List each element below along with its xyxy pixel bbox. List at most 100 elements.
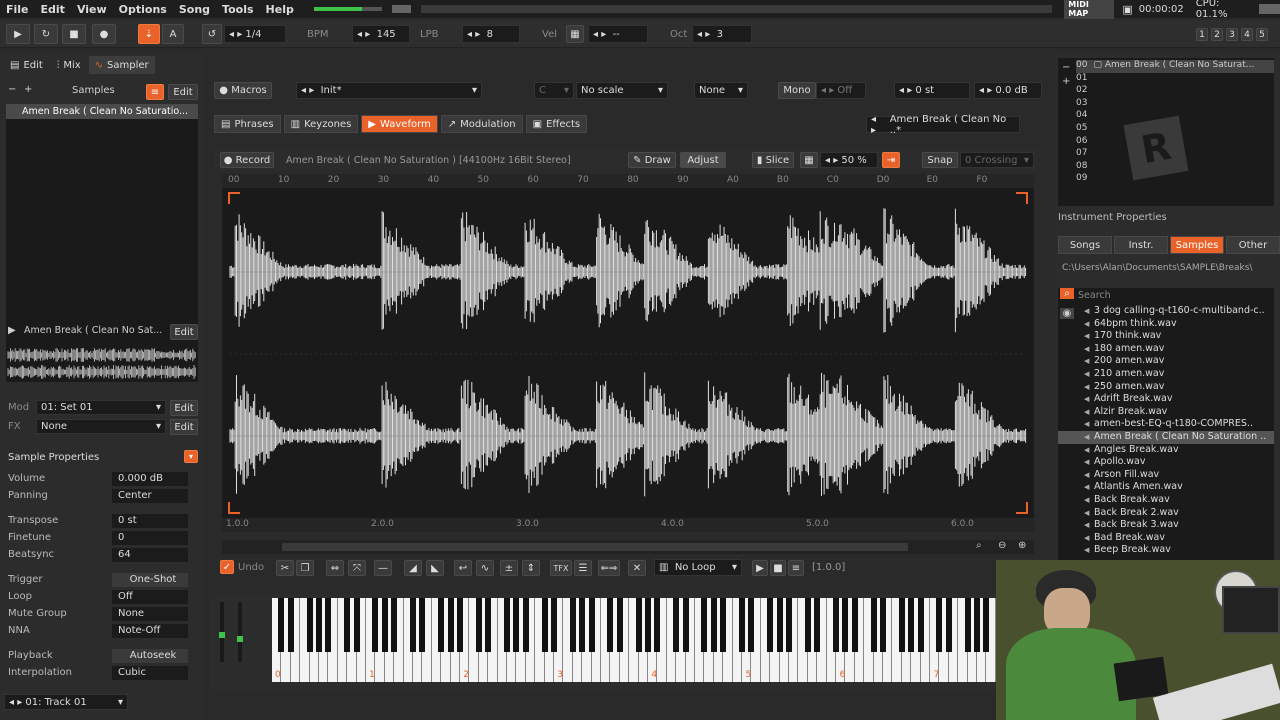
bpm-value[interactable]: ◂ ▸ 145 — [352, 25, 410, 43]
scrollbar-thumb[interactable] — [282, 543, 908, 551]
piano-black-key[interactable] — [447, 598, 454, 652]
tab-modulation[interactable]: ↗ Modulation — [440, 115, 523, 133]
piano-black-key[interactable] — [842, 598, 849, 652]
piano-black-key[interactable] — [438, 598, 445, 652]
sample-list-item[interactable]: Amen Break ( Clean No Saturatio... — [6, 104, 198, 119]
instrument-slot[interactable]: 00 ▢ Amen Break ( Clean No Saturat... — [1076, 60, 1274, 73]
scale-select[interactable]: No scale ▾ — [576, 82, 668, 99]
piano-black-key[interactable] — [391, 598, 398, 652]
playback-value[interactable]: Autoseek — [112, 648, 188, 663]
pattern-loop-icon[interactable]: ↺ — [202, 24, 222, 44]
fx-edit-button[interactable]: Edit — [170, 419, 198, 435]
stop-button[interactable]: ■ — [62, 24, 86, 44]
zoom-fit-button[interactable]: ⇥ — [882, 152, 900, 168]
menu-help[interactable]: Help — [260, 3, 300, 16]
piano-black-key[interactable] — [325, 598, 332, 652]
loop-mode-select[interactable]: ▥ No Loop ▾ — [654, 559, 742, 576]
tab-keyzones[interactable]: ▥ Keyzones — [283, 115, 359, 133]
key-select[interactable]: C ▾ — [534, 82, 574, 99]
master-volume-slider[interactable] — [313, 7, 382, 11]
piano-black-key[interactable] — [372, 598, 379, 652]
piano-black-key[interactable] — [748, 598, 755, 652]
mod-edit-button[interactable]: Edit — [170, 400, 198, 416]
piano-black-key[interactable] — [767, 598, 774, 652]
fade-in-icon[interactable]: ◢ — [404, 560, 422, 576]
trigger-value[interactable]: One-Shot — [112, 572, 188, 587]
loop-button[interactable]: ↻ — [34, 24, 58, 44]
play-sample-icon[interactable]: ▶ — [8, 325, 16, 336]
tab-effects[interactable]: ▣ Effects — [525, 115, 588, 133]
normalize-icon[interactable]: ∿ — [476, 560, 494, 576]
menu-tools[interactable]: Tools — [216, 3, 259, 16]
file-list-item[interactable]: 210 amen.wav — [1058, 368, 1274, 381]
track-4-button[interactable]: 4 — [1241, 28, 1253, 41]
piano-black-key[interactable] — [645, 598, 651, 652]
zoom-icon[interactable]: ⌕ — [976, 540, 982, 551]
piano-black-key[interactable] — [278, 598, 285, 652]
track-3-button[interactable]: 3 — [1226, 28, 1238, 41]
crop-icon[interactable]: ⇔ — [326, 560, 344, 576]
piano-black-key[interactable] — [579, 598, 586, 652]
lpb-value[interactable]: ◂ ▸ 8 — [462, 25, 520, 43]
file-list-item[interactable]: 180 amen.wav — [1058, 343, 1274, 356]
process-icon[interactable]: ☰ — [574, 560, 592, 576]
piano-black-key[interactable] — [457, 598, 463, 652]
track-5-button[interactable]: 5 — [1256, 28, 1268, 41]
list-icon[interactable]: ≡ — [788, 560, 804, 576]
file-list-item[interactable]: Back Break 2.wav — [1058, 507, 1274, 520]
file-list-item[interactable]: Back Break 3.wav — [1058, 519, 1274, 532]
file-list-item[interactable]: Arson Fill.wav — [1058, 469, 1274, 482]
tab-mix[interactable]: ⫶ Mix — [50, 56, 87, 74]
panning-value[interactable]: Center — [112, 488, 188, 503]
piano-black-key[interactable] — [569, 598, 576, 652]
piano-black-key[interactable] — [419, 598, 426, 652]
tab-sampler[interactable]: ∿ Sampler — [88, 56, 155, 74]
mod-slider[interactable] — [237, 602, 243, 662]
file-list-item[interactable]: Alzir Break.wav — [1058, 406, 1274, 419]
menu-options[interactable]: Options — [113, 3, 173, 16]
waveform-scrollbar[interactable]: ⌕ ⊖ ⊕ — [222, 540, 1034, 554]
tab-samples[interactable]: Samples — [1170, 236, 1224, 254]
piano-black-key[interactable] — [814, 598, 821, 652]
grid-icon[interactable]: ▦ — [800, 152, 818, 168]
record-button[interactable]: ● — [92, 24, 116, 44]
tab-other[interactable]: Other — [1226, 236, 1280, 254]
piano-black-key[interactable] — [710, 598, 717, 652]
vel-value[interactable]: ◂ ▸ -- — [588, 25, 648, 43]
song-position-bar[interactable] — [421, 5, 1053, 13]
record-sample-button[interactable]: ● Record — [220, 152, 274, 168]
zoom-out-icon[interactable]: ⊖ — [998, 540, 1006, 551]
file-list-item[interactable]: Beep Break.wav — [1058, 544, 1274, 557]
mono-button[interactable]: Mono — [778, 82, 816, 99]
cut-icon[interactable]: ✂ — [276, 560, 294, 576]
track-select[interactable]: ◂ ▸ 01: Track 01 ▾ — [4, 694, 128, 710]
fx-select[interactable]: None ▾ — [36, 419, 166, 434]
fullscreen-bar[interactable] — [1258, 4, 1280, 14]
tab-waveform[interactable]: ▶ Waveform — [361, 115, 438, 133]
sample-thumbnail[interactable] — [6, 344, 198, 382]
piano-black-key[interactable] — [936, 598, 943, 652]
trim-icon[interactable]: ⤧ — [348, 560, 366, 576]
piano-black-key[interactable] — [344, 598, 351, 652]
track-1-button[interactable]: 1 — [1196, 28, 1208, 41]
piano-black-key[interactable] — [870, 598, 877, 652]
fade-out-icon[interactable]: ◣ — [426, 560, 444, 576]
sample-add-button[interactable]: ≡ — [146, 84, 164, 100]
zero-crossing-select[interactable]: 0 Crossing ▾ — [960, 152, 1034, 168]
browser-path[interactable]: C:\Users\Alan\Documents\SAMPLE\Breaks\ — [1058, 260, 1274, 276]
file-list-item[interactable]: Amen Break ( Clean No Saturation .. — [1058, 430, 1274, 444]
beatsync-value[interactable]: 64 — [112, 547, 188, 562]
piano-black-key[interactable] — [983, 598, 990, 652]
chop-icon[interactable]: ✕ — [628, 560, 646, 576]
samples-edit-button[interactable]: Edit — [168, 84, 198, 100]
metronome-button[interactable]: A — [162, 24, 184, 44]
arrow-icon[interactable]: ⇐⇒ — [598, 560, 620, 576]
tab-edit[interactable]: ▤ Edit — [4, 56, 49, 74]
piano-black-key[interactable] — [541, 598, 548, 652]
tfx-button[interactable]: TFX — [550, 560, 572, 576]
preset-select[interactable]: ◂ ▸ Init* ▾ — [296, 82, 482, 99]
nna-value[interactable]: Note-Off — [112, 623, 188, 638]
piano-black-key[interactable] — [287, 598, 294, 652]
piano-black-key[interactable] — [353, 598, 360, 652]
piano-black-key[interactable] — [908, 598, 915, 652]
